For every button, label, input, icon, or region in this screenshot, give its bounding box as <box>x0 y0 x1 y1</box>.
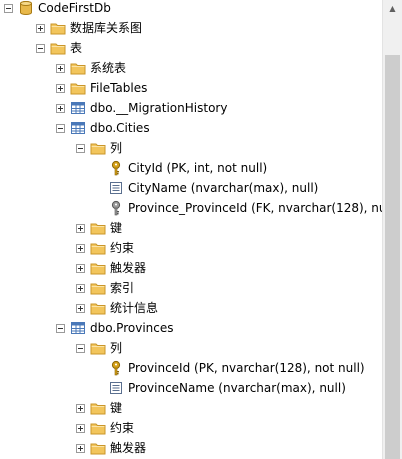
tree-node-label: 触发器 <box>110 261 147 275</box>
folder-icon <box>90 420 106 436</box>
expand-icon[interactable] <box>56 64 65 73</box>
tree-node-prov-name[interactable]: ProvinceName (nvarchar(max), null) <box>0 378 382 398</box>
folder-icon <box>90 440 106 456</box>
object-explorer: CodeFirstDb 数据库关系图 表 系统表 FileTables dbo.… <box>0 0 402 459</box>
folder-icon <box>90 400 106 416</box>
tree-node-label: Province_ProvinceId (FK, nvarchar(128), … <box>128 201 382 215</box>
expand-icon[interactable] <box>76 264 85 273</box>
tree-node-label: 约束 <box>110 241 135 255</box>
folder-icon <box>90 300 106 316</box>
tree-node-label: CodeFirstDb <box>38 1 111 15</box>
folder-icon <box>70 80 86 96</box>
collapse-icon[interactable] <box>36 44 45 53</box>
expand-icon[interactable] <box>76 444 85 453</box>
tree-node-city-prov[interactable]: Province_ProvinceId (FK, nvarchar(128), … <box>0 198 382 218</box>
tree-node-cities-cols[interactable]: 列 <box>0 138 382 158</box>
tree-node-label: 列 <box>110 341 123 355</box>
tree-node-sys-tables[interactable]: 系统表 <box>0 58 382 78</box>
collapse-icon[interactable] <box>76 144 85 153</box>
tree-node-migration[interactable]: dbo.__MigrationHistory <box>0 98 382 118</box>
tree-node-provinces[interactable]: dbo.Provinces <box>0 318 382 338</box>
folder-icon <box>90 340 106 356</box>
tree-node-label: 索引 <box>110 281 135 295</box>
tree-node-label: ProvinceId (PK, nvarchar(128), not null) <box>128 361 365 375</box>
vertical-scrollbar[interactable]: ▲ <box>382 0 402 459</box>
tree-node-prov-cons[interactable]: 约束 <box>0 418 382 438</box>
expand-icon[interactable] <box>76 304 85 313</box>
column-icon <box>108 380 124 396</box>
scrollbar-thumb[interactable] <box>385 55 400 459</box>
tree-node-label: 统计信息 <box>110 301 159 315</box>
tree-node-city-name[interactable]: CityName (nvarchar(max), null) <box>0 178 382 198</box>
table-icon <box>70 120 86 136</box>
folder-icon <box>90 280 106 296</box>
tree-node-label: 触发器 <box>110 441 147 455</box>
expand-icon[interactable] <box>76 224 85 233</box>
collapse-icon[interactable] <box>56 324 65 333</box>
fkey-icon <box>108 200 124 216</box>
tree-node-prov-keys[interactable]: 键 <box>0 398 382 418</box>
table-icon <box>70 320 86 336</box>
tree-node-label: 数据库关系图 <box>70 21 143 35</box>
expand-icon[interactable] <box>76 404 85 413</box>
database-icon <box>18 0 34 16</box>
expand-icon[interactable] <box>36 24 45 33</box>
tree-node-label: dbo.Cities <box>90 121 150 135</box>
folder-icon <box>90 260 106 276</box>
object-explorer-tree: CodeFirstDb 数据库关系图 表 系统表 FileTables dbo.… <box>0 0 382 459</box>
collapse-icon[interactable] <box>4 4 13 13</box>
tree-node-cities-cons[interactable]: 约束 <box>0 238 382 258</box>
expand-icon[interactable] <box>56 84 65 93</box>
collapse-icon[interactable] <box>56 124 65 133</box>
tree-node-filetables[interactable]: FileTables <box>0 78 382 98</box>
tree-node-label: 系统表 <box>90 61 127 75</box>
folder-icon <box>90 140 106 156</box>
tree-node-prov-id[interactable]: ProvinceId (PK, nvarchar(128), not null) <box>0 358 382 378</box>
key-icon <box>108 160 124 176</box>
column-icon <box>108 180 124 196</box>
tree-node-tables[interactable]: 表 <box>0 38 382 58</box>
tree-node-prov-cols[interactable]: 列 <box>0 338 382 358</box>
tree-node-label: dbo.__MigrationHistory <box>90 101 228 115</box>
tree-node-db[interactable]: CodeFirstDb <box>0 0 382 18</box>
tree-node-label: 键 <box>110 401 123 415</box>
tree-node-diagrams[interactable]: 数据库关系图 <box>0 18 382 38</box>
tree-node-prov-trig[interactable]: 触发器 <box>0 438 382 458</box>
key-icon <box>108 360 124 376</box>
tree-node-label: 约束 <box>110 421 135 435</box>
tree-node-cities[interactable]: dbo.Cities <box>0 118 382 138</box>
tree-node-cities-idx[interactable]: 索引 <box>0 278 382 298</box>
folder-icon <box>90 240 106 256</box>
tree-node-cities-trig[interactable]: 触发器 <box>0 258 382 278</box>
tree-node-label: ProvinceName (nvarchar(max), null) <box>128 381 346 395</box>
table-icon <box>70 100 86 116</box>
expand-icon[interactable] <box>76 424 85 433</box>
tree-node-label: CityId (PK, int, not null) <box>128 161 268 175</box>
tree-node-cities-stats[interactable]: 统计信息 <box>0 298 382 318</box>
folder-icon <box>70 60 86 76</box>
expand-icon[interactable] <box>56 104 65 113</box>
tree-node-label: 键 <box>110 221 123 235</box>
folder-icon <box>50 20 66 36</box>
tree-node-label: 表 <box>70 41 83 55</box>
tree-node-label: 列 <box>110 141 123 155</box>
collapse-icon[interactable] <box>76 344 85 353</box>
folder-icon <box>50 40 66 56</box>
tree-node-cities-keys[interactable]: 键 <box>0 218 382 238</box>
expand-icon[interactable] <box>76 244 85 253</box>
tree-node-label: dbo.Provinces <box>90 321 174 335</box>
tree-node-city-id[interactable]: CityId (PK, int, not null) <box>0 158 382 178</box>
tree-node-label: FileTables <box>90 81 148 95</box>
scroll-up-arrow-icon[interactable]: ▲ <box>383 0 402 17</box>
tree-node-label: CityName (nvarchar(max), null) <box>128 181 319 195</box>
expand-icon[interactable] <box>76 284 85 293</box>
folder-icon <box>90 220 106 236</box>
